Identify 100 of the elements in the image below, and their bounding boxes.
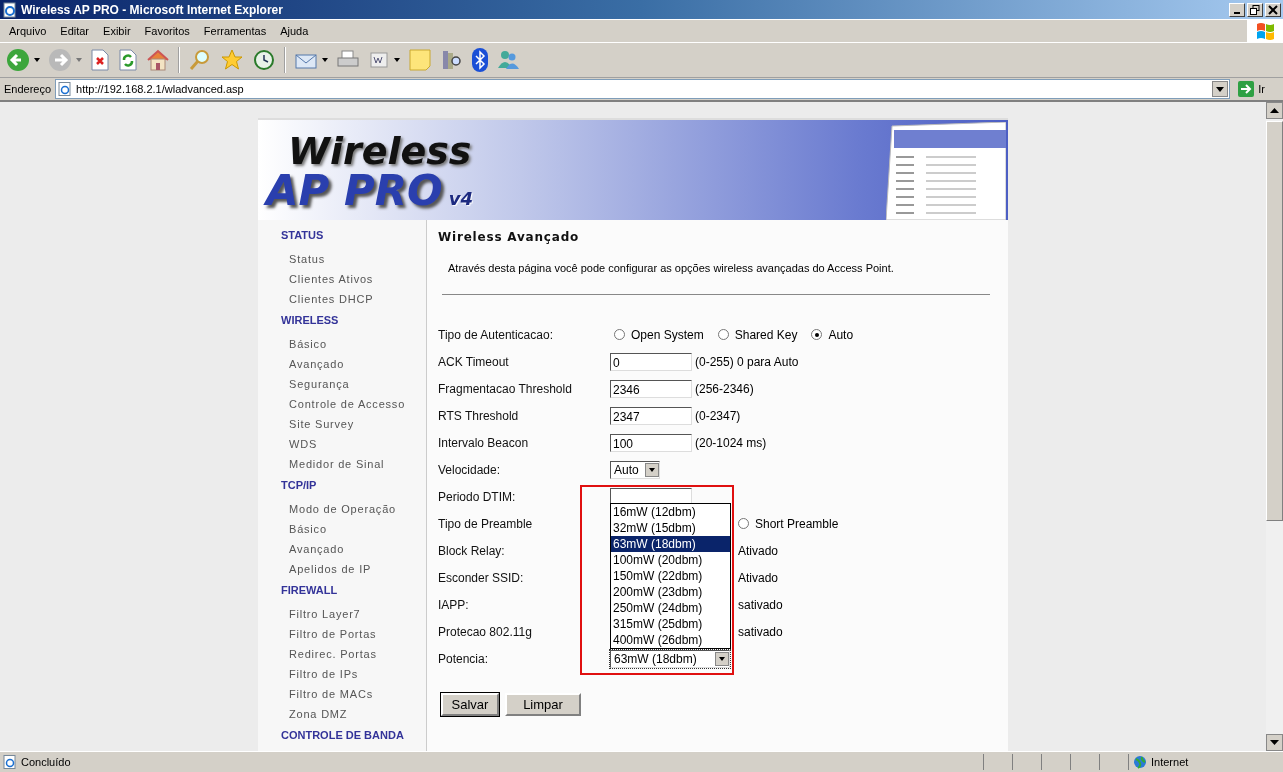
- radio-button[interactable]: [717, 329, 729, 340]
- scroll-thumb[interactable]: [1266, 121, 1283, 521]
- caret-icon[interactable]: [34, 58, 40, 62]
- field-label: Fragmentacao Threshold: [438, 381, 573, 396]
- stop-icon[interactable]: [90, 49, 110, 71]
- sidebar-heading: WIRELESS: [281, 313, 340, 328]
- books-search-icon[interactable]: [440, 48, 464, 72]
- sidebar-link[interactable]: Filtro Layer7: [281, 608, 426, 628]
- dropdown-option[interactable]: 32mW (15dbm): [611, 519, 730, 536]
- sidebar-link[interactable]: Site Survey: [281, 418, 426, 438]
- text-field[interactable]: 2347: [610, 406, 692, 425]
- arrow-icon: [1238, 81, 1255, 97]
- radio-label: Shared Key: [734, 327, 798, 342]
- page-description: Através desta página você pode configurar as opções wireless avançadas do Access Point.: [448, 262, 895, 274]
- sidebar-link[interactable]: WDS: [281, 438, 426, 458]
- text-field[interactable]: 100: [610, 433, 692, 452]
- restore-button[interactable]: [1247, 2, 1263, 17]
- go-button[interactable]: Ir: [1234, 81, 1279, 97]
- radio-button[interactable]: [738, 518, 749, 529]
- form-button[interactable]: Salvar: [441, 693, 499, 716]
- dropdown-option[interactable]: 250mW (24dbm): [611, 599, 730, 616]
- dropdown-option[interactable]: 200mW (23dbm): [611, 583, 730, 600]
- sidebar-link[interactable]: Avançado: [281, 543, 426, 563]
- menu-item[interactable]: Ferramentas: [196, 25, 274, 37]
- page-icon: [3, 755, 17, 769]
- sidebar-link[interactable]: Clientes DHCP: [281, 293, 426, 313]
- field-label: Block Relay:: [438, 543, 506, 558]
- sidebar-link[interactable]: Zona DMZ: [281, 708, 426, 728]
- text-field[interactable]: 2346: [610, 379, 692, 398]
- home-icon[interactable]: [146, 48, 170, 72]
- refresh-icon[interactable]: [118, 49, 138, 71]
- sidebar-link[interactable]: Filtro de IPs: [281, 668, 426, 688]
- address-field[interactable]: http://192.168.2.1/wladvanced.asp: [55, 79, 1231, 99]
- document-edit-icon[interactable]: [368, 49, 390, 71]
- sidebar-link[interactable]: Filtro de MACs: [281, 688, 426, 708]
- radio-label: Short Preamble: [755, 516, 839, 531]
- caret-icon[interactable]: [394, 58, 400, 62]
- sidebar-link[interactable]: Básico: [281, 338, 426, 358]
- field-label: IAPP:: [438, 597, 470, 612]
- radio-label: Open System: [631, 327, 704, 342]
- sidebar-link[interactable]: Filtro de Portas: [281, 628, 426, 648]
- range-hint: (20-1024 ms): [695, 435, 767, 450]
- scroll-up-icon[interactable]: [1266, 102, 1283, 119]
- range-hint: (256-2346): [695, 381, 754, 396]
- sidebar-link[interactable]: Controle de Accesso: [281, 398, 426, 418]
- form-button[interactable]: Limpar: [505, 693, 581, 716]
- select-field[interactable]: 63mW (18dbm): [610, 649, 730, 668]
- text-field[interactable]: 0: [610, 352, 692, 371]
- star-icon[interactable]: [220, 48, 244, 72]
- menu-item[interactable]: Exibir: [96, 25, 138, 37]
- restore-icon: [1250, 4, 1260, 15]
- window-title: Wireless AP PRO - Microsoft Internet Explorer: [21, 2, 283, 17]
- menu-item[interactable]: Favoritos: [137, 25, 197, 37]
- radio-button[interactable]: [614, 329, 625, 340]
- minimize-icon: [1234, 12, 1240, 14]
- sidebar-link[interactable]: Redirec. Portas: [281, 648, 426, 668]
- menu-item[interactable]: Arquivo: [2, 25, 54, 37]
- caret-icon[interactable]: [322, 58, 328, 62]
- sidebar-heading: CONTROLE DE BANDA: [281, 728, 405, 743]
- sidebar-link[interactable]: Básico: [281, 523, 426, 543]
- sidebar-heading: TCP/IP: [281, 478, 318, 493]
- dropdown-option[interactable]: 16mW (12dbm): [611, 503, 730, 520]
- sidebar-link[interactable]: Status: [281, 253, 426, 273]
- menu-item[interactable]: Editar: [53, 25, 97, 37]
- scroll-down-icon[interactable]: [1266, 734, 1283, 751]
- field-label: ACK Timeout: [438, 354, 510, 369]
- sidebar-link[interactable]: Medidor de Sinal: [281, 458, 426, 478]
- dropdown-option[interactable]: 63mW (18dbm): [611, 535, 730, 552]
- radio-button[interactable]: [811, 329, 823, 340]
- search-icon[interactable]: [188, 48, 212, 72]
- range-hint: (0-2347): [695, 408, 741, 423]
- field-label: Protecao 802.11g: [438, 624, 533, 639]
- minimize-button[interactable]: [1229, 2, 1245, 17]
- field-label: RTS Threshold: [438, 408, 520, 423]
- globe-icon: [1133, 755, 1147, 769]
- history-clock-icon[interactable]: [252, 48, 276, 72]
- sidebar-link[interactable]: Apelidos de IP: [281, 563, 426, 583]
- sidebar-link[interactable]: Modo de Operação: [281, 503, 426, 523]
- page-title: Wireless Avançado: [438, 230, 581, 244]
- select-field[interactable]: Auto: [610, 460, 660, 479]
- menu-item[interactable]: Ajuda: [273, 25, 316, 37]
- dropdown-option[interactable]: 100mW (20dbm): [611, 551, 730, 568]
- dropdown-option[interactable]: 150mW (22dbm): [611, 567, 730, 584]
- version-label: v4: [448, 190, 473, 208]
- radio-label: sativado: [738, 597, 783, 612]
- close-button[interactable]: [1265, 2, 1281, 17]
- range-hint: (0-255) 0 para Auto: [695, 354, 799, 369]
- dropdown-option[interactable]: 315mW (25dbm): [611, 615, 730, 632]
- sidebar-link[interactable]: Clientes Ativos: [281, 273, 426, 293]
- scrollbar[interactable]: [1266, 102, 1283, 751]
- bluetooth-icon[interactable]: [472, 48, 488, 72]
- radio-label: sativado: [738, 624, 783, 639]
- sidebar-link[interactable]: Avançado: [281, 358, 426, 378]
- sidebar-heading: FIREWALL: [281, 583, 339, 598]
- page-icon: [58, 82, 73, 96]
- dropdown-option[interactable]: 400mW (26dbm): [611, 631, 730, 648]
- field-label: Potencia:: [438, 651, 490, 666]
- sidebar-link[interactable]: Segurança: [281, 378, 426, 398]
- field-label: Tipo de Preamble: [438, 516, 534, 531]
- radio-label: Auto: [828, 327, 854, 342]
